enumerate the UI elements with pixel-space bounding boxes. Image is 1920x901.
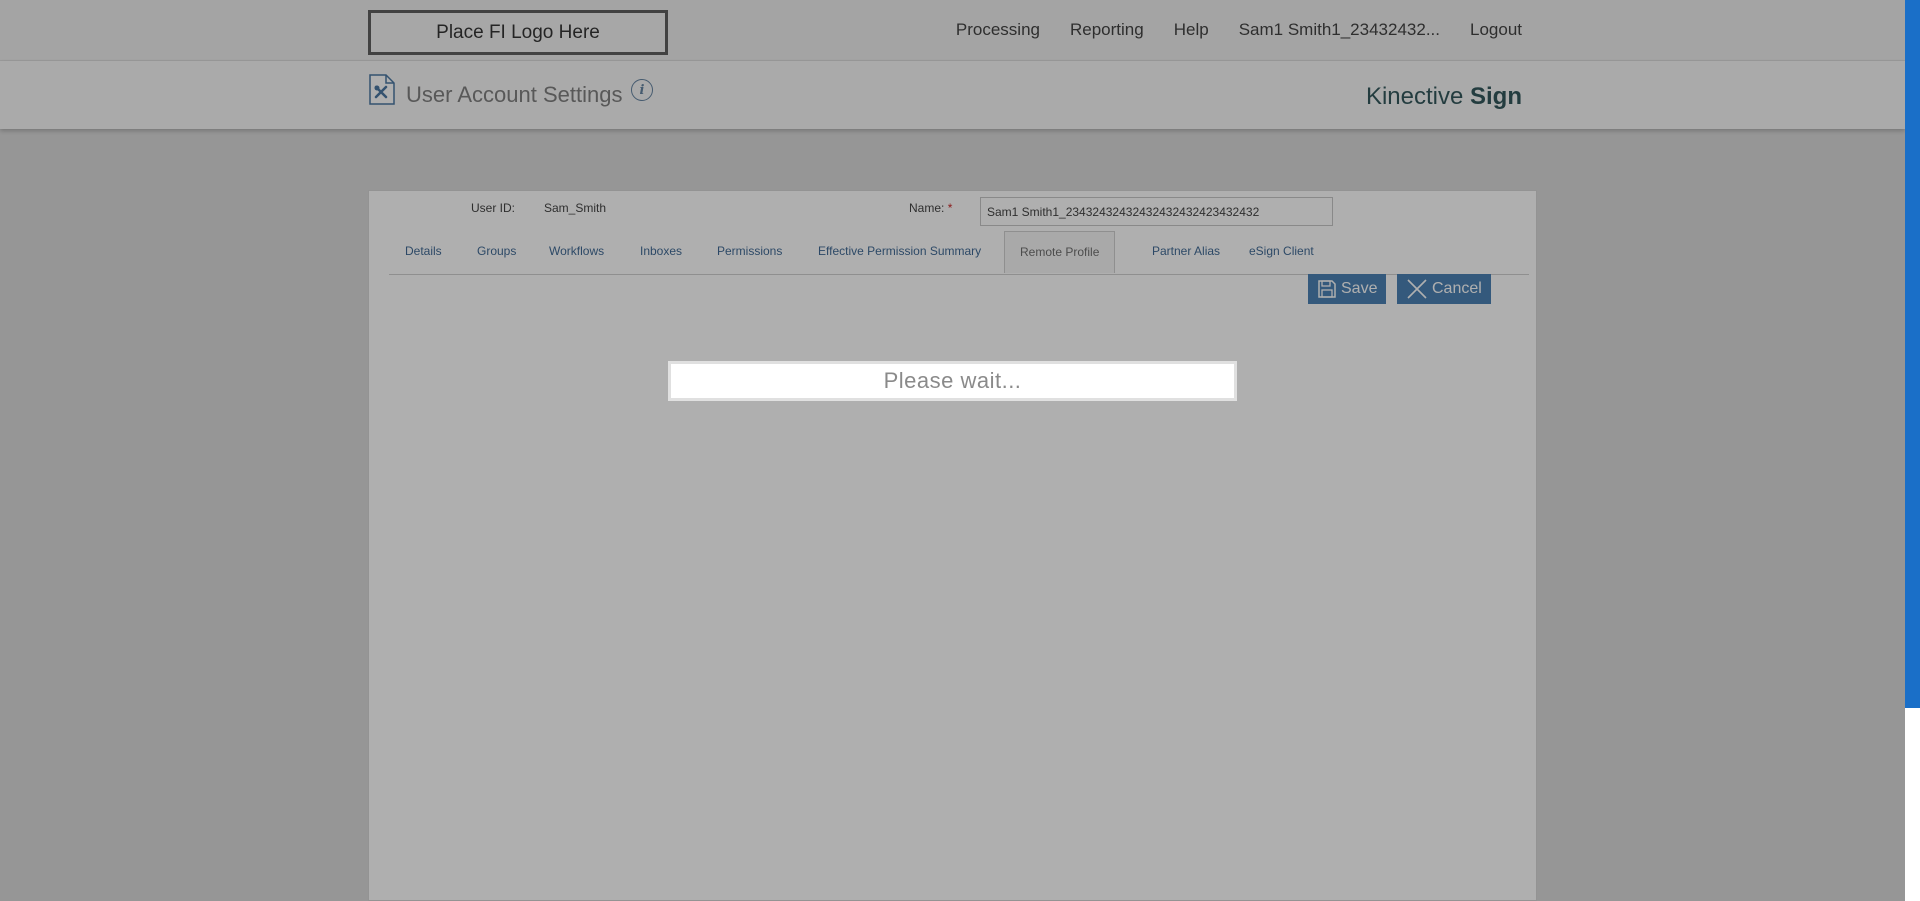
loading-message: Please wait... <box>883 368 1022 393</box>
scrollbar-thumb[interactable] <box>1905 0 1920 708</box>
loading-dialog: Please wait... <box>668 361 1237 401</box>
loading-overlay: Please wait... <box>0 0 1905 901</box>
